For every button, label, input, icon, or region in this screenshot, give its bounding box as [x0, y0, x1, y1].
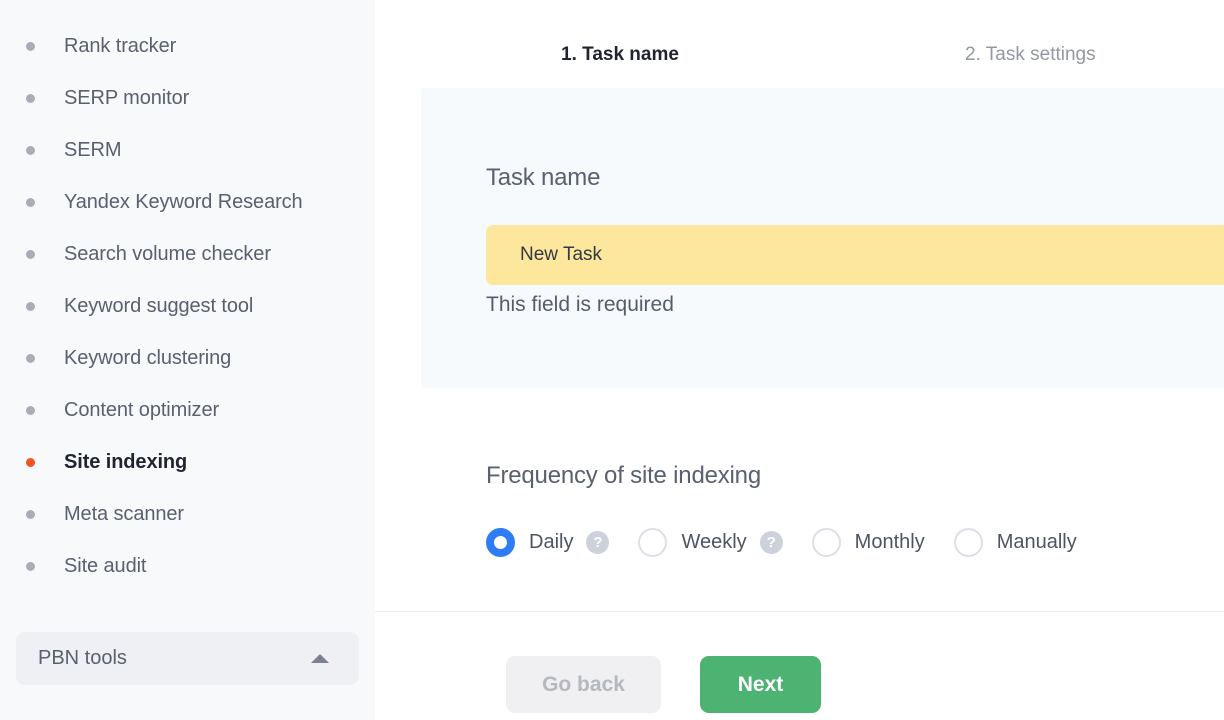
sidebar-item-serp-monitor[interactable]: SERP monitor	[0, 72, 375, 124]
task-name-error-message: This field is required	[486, 293, 674, 316]
task-name-panel: Task name This field is required	[421, 88, 1224, 388]
step-task-name[interactable]: 1. Task name	[561, 44, 679, 66]
frequency-option-weekly[interactable]: Weekly?	[638, 528, 783, 557]
frequency-option-label[interactable]: Monthly	[855, 531, 925, 554]
bullet-icon	[26, 249, 35, 259]
radio-daily-checked-icon[interactable]	[486, 528, 515, 557]
bullet-icon	[26, 301, 35, 311]
sidebar-nav-list: Rank tracker SERP monitor SERM Yandex Keywo…	[0, 0, 375, 592]
sidebar-group-label: PBN tools	[38, 647, 127, 669]
sidebar-item-keyword-clustering[interactable]: Keyword clustering	[0, 332, 375, 384]
help-icon[interactable]: ?	[759, 531, 783, 554]
app-root: Rank tracker SERP monitor SERM Yandex Keywo…	[0, 0, 1224, 720]
sidebar-item-search-volume-checker[interactable]: Search volume checker	[0, 228, 375, 280]
frequency-option-monthly[interactable]: Monthly	[811, 528, 925, 557]
task-name-heading: Task name	[486, 164, 601, 191]
frequency-option-label[interactable]: Weekly	[681, 531, 746, 554]
radio-monthly-icon[interactable]	[811, 528, 841, 557]
sidebar-item-label: SERP monitor	[64, 86, 190, 109]
step-indicator: 1. Task name 2. Task settings	[375, 0, 1224, 88]
sidebar-item-label: Yandex Keyword Research	[64, 190, 303, 213]
bullet-icon	[26, 145, 35, 155]
frequency-radio-group: Daily? Weekly? Monthly Manually	[486, 528, 1077, 557]
sidebar-item-site-indexing[interactable]: Site indexing	[0, 436, 375, 488]
frequency-option-label[interactable]: Manually	[997, 531, 1077, 554]
main-content: 1. Task name 2. Task settings Task name …	[375, 0, 1224, 720]
sidebar-item-site-audit[interactable]: Site audit	[0, 540, 375, 592]
help-icon[interactable]: ?	[586, 531, 610, 554]
footer-actions: Go back Next	[506, 656, 821, 713]
sidebar-item-content-optimizer[interactable]: Content optimizer	[0, 384, 375, 436]
active-bullet-icon	[26, 457, 35, 467]
sidebar-item-label: Site audit	[64, 554, 147, 577]
task-name-input[interactable]	[486, 225, 1224, 285]
sidebar-item-meta-scanner[interactable]: Meta scanner	[0, 488, 375, 540]
go-back-button[interactable]: Go back	[506, 656, 661, 713]
bullet-icon	[26, 41, 35, 51]
sidebar-item-label: Rank tracker	[64, 34, 177, 57]
chevron-up-icon	[311, 654, 329, 663]
bullet-icon	[26, 197, 35, 207]
sidebar-item-label: Keyword clustering	[64, 346, 232, 369]
frequency-option-daily[interactable]: Daily?	[486, 528, 610, 557]
step-task-settings[interactable]: 2. Task settings	[965, 44, 1096, 66]
next-button[interactable]: Next	[700, 656, 821, 713]
sidebar-item-label: Meta scanner	[64, 502, 184, 525]
frequency-heading: Frequency of site indexing	[486, 462, 761, 489]
frequency-option-label[interactable]: Daily	[529, 531, 573, 554]
sidebar-item-label: Keyword suggest tool	[64, 294, 254, 317]
sidebar-item-label: Search volume checker	[64, 242, 271, 265]
sidebar-item-label: Content optimizer	[64, 398, 220, 421]
sidebar-group-pbn-tools[interactable]: PBN tools	[16, 632, 359, 685]
bullet-icon	[26, 353, 35, 363]
bullet-icon	[26, 561, 35, 571]
sidebar-item-label: SERM	[64, 138, 122, 161]
sidebar-item-keyword-suggest-tool[interactable]: Keyword suggest tool	[0, 280, 375, 332]
sidebar-item-label: Site indexing	[64, 450, 188, 473]
footer-divider	[375, 611, 1224, 612]
bullet-icon	[26, 509, 35, 519]
sidebar-item-serm[interactable]: SERM	[0, 124, 375, 176]
radio-manually-icon[interactable]	[953, 528, 983, 557]
frequency-option-manually[interactable]: Manually	[953, 528, 1077, 557]
bullet-icon	[26, 93, 35, 103]
sidebar: Rank tracker SERP monitor SERM Yandex Keywo…	[0, 0, 375, 720]
radio-weekly-icon[interactable]	[638, 528, 668, 557]
bullet-icon	[26, 405, 35, 415]
sidebar-item-yandex-keyword-research[interactable]: Yandex Keyword Research	[0, 176, 375, 228]
sidebar-item-rank-tracker[interactable]: Rank tracker	[0, 20, 375, 72]
